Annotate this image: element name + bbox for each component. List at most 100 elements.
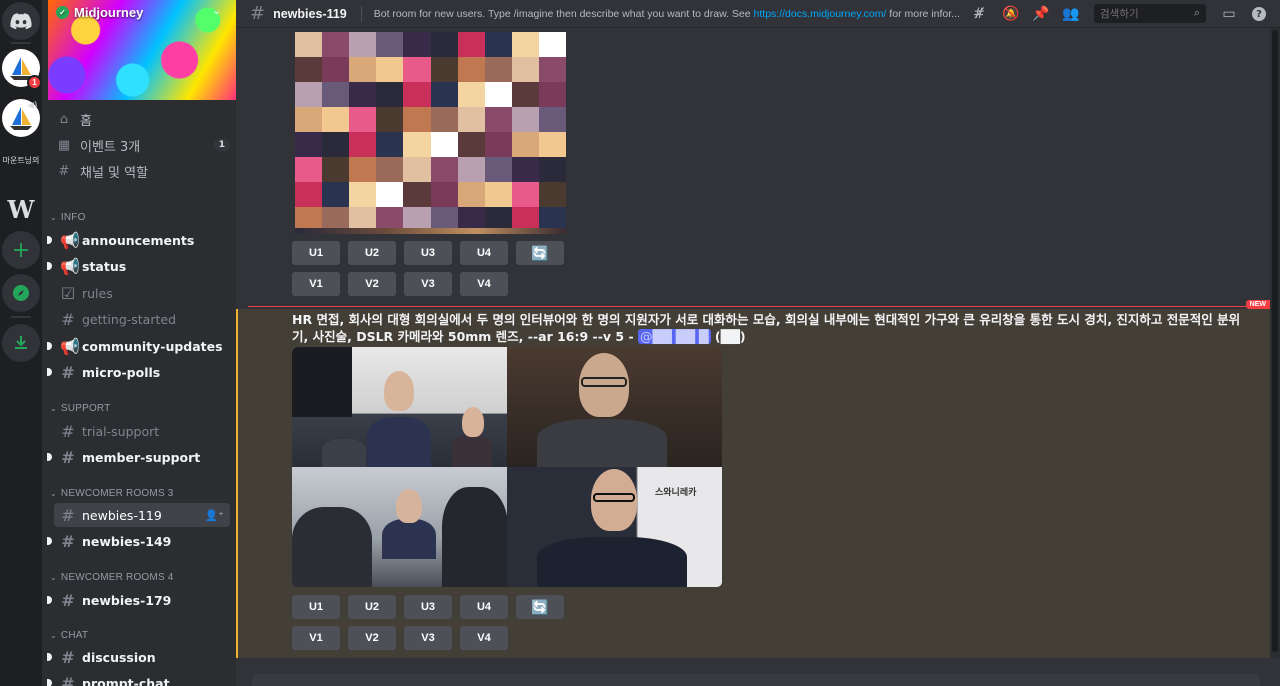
generated-image-grid[interactable]: 스와니레카 — [292, 347, 722, 587]
image-panel-2[interactable] — [507, 347, 722, 467]
mosaic-tile — [538, 182, 566, 207]
search-box[interactable]: ⌕ — [1094, 4, 1206, 23]
mosaic-tile — [457, 107, 485, 132]
channel-newbies-149[interactable]: # newbies-149 — [47, 529, 230, 553]
nav-home[interactable]: ⌂ 홈 — [56, 107, 230, 131]
image-panel-3[interactable] — [292, 467, 507, 587]
v2-button[interactable]: V2 — [348, 626, 396, 650]
explore-icon[interactable] — [2, 274, 40, 312]
channel-getting-started[interactable]: # getting-started — [54, 307, 230, 331]
search-icon: ⌕ — [1193, 6, 1200, 19]
channel-announcements[interactable]: 📢 announcements — [47, 228, 230, 252]
download-icon[interactable] — [2, 324, 40, 362]
mute-icon[interactable]: 🔕 — [1002, 5, 1020, 23]
mosaic-tile — [403, 107, 431, 132]
mosaic-tile — [295, 82, 323, 107]
hash-icon: # — [61, 421, 75, 441]
threads-hash-icon: # — [250, 3, 266, 24]
v2-button[interactable]: V2 — [348, 272, 396, 296]
topic-link[interactable]: https://docs.midjourney.com/ — [754, 8, 887, 20]
mosaic-tile — [349, 182, 377, 207]
u3-button[interactable]: U3 — [404, 595, 452, 619]
category-newcomer-4[interactable]: ⌄ NEWCOMER ROOMS 4 — [50, 572, 174, 583]
chevron-down-icon: ⌄ — [50, 489, 57, 498]
category-label: NEWCOMER ROOMS 3 — [60, 488, 174, 499]
category-newcomer-3[interactable]: ⌄ NEWCOMER ROOMS 3 — [50, 488, 174, 499]
channel-community-updates[interactable]: 📢 community-updates — [47, 334, 230, 358]
hash-icon: # — [61, 362, 75, 382]
mosaic-tile — [430, 182, 458, 207]
category-info[interactable]: ⌄ INFO — [50, 212, 86, 223]
u4-button[interactable]: U4 — [460, 241, 508, 265]
refresh-icon[interactable]: 🔄 — [516, 241, 564, 265]
v3-button[interactable]: V3 — [404, 626, 452, 650]
channel-prompt-chat[interactable]: # prompt-chat — [47, 671, 230, 686]
server-label-text[interactable]: 마운트닝의 — [0, 155, 42, 166]
variation-button-row: V1 V2 V3 V4 — [292, 272, 508, 296]
discord-logo-icon[interactable] — [2, 2, 40, 40]
mosaic-tile — [295, 157, 323, 182]
pixelated-image-attachment[interactable] — [295, 32, 566, 232]
u4-button[interactable]: U4 — [460, 595, 508, 619]
category-chat[interactable]: ⌄ CHAT — [50, 630, 88, 641]
mosaic-tile — [484, 132, 512, 157]
nav-channels-roles[interactable]: # 채널 및 역할 — [56, 159, 230, 183]
mosaic-tile — [403, 182, 431, 207]
threads-icon[interactable]: #̸ — [970, 5, 988, 23]
channel-label: discussion — [82, 649, 156, 665]
u2-button[interactable]: U2 — [348, 595, 396, 619]
mosaic-tile — [322, 107, 350, 132]
nav-events[interactable]: ▦ 이벤트 3개 1 — [56, 133, 230, 157]
refresh-icon[interactable]: 🔄 — [516, 595, 564, 619]
image-panel-4[interactable]: 스와니레카 — [507, 467, 722, 587]
channel-discussion[interactable]: # discussion — [47, 645, 230, 669]
channel-trial-support[interactable]: # trial-support — [54, 419, 230, 443]
channel-topic[interactable]: Bot room for new users. Type /imagine th… — [374, 8, 970, 20]
u1-button[interactable]: U1 — [292, 595, 340, 619]
mosaic-tile — [403, 157, 431, 182]
nav-channels-roles-label: 채널 및 역할 — [80, 165, 149, 181]
scrollbar-thumb[interactable] — [1272, 30, 1278, 652]
channel-newbies-179[interactable]: # newbies-179 — [47, 588, 230, 612]
search-input[interactable] — [1100, 7, 1186, 20]
server-header[interactable]: ✓ Midjourney — [56, 5, 143, 20]
channel-rules[interactable]: ☑ rules — [54, 281, 230, 305]
panel-dark-wall — [292, 347, 352, 417]
message-composer — [236, 658, 1280, 686]
mosaic-tile — [430, 107, 458, 132]
v4-button[interactable]: V4 — [460, 626, 508, 650]
add-member-icon[interactable]: 👤⁺ — [204, 509, 224, 522]
v1-button[interactable]: V1 — [292, 272, 340, 296]
hash-icon: # — [61, 673, 75, 686]
channel-label: prompt-chat — [82, 675, 170, 686]
pin-icon[interactable]: 📌 — [1032, 5, 1050, 23]
image-panel-1[interactable] — [292, 347, 507, 467]
chevron-down-icon[interactable]: ⌄ — [212, 4, 221, 17]
v3-button[interactable]: V3 — [404, 272, 452, 296]
members-icon[interactable]: 👥 — [1062, 5, 1080, 23]
image-bottom-strip — [295, 228, 566, 234]
channel-micro-polls[interactable]: # micro-polls — [47, 360, 230, 384]
u3-button[interactable]: U3 — [404, 241, 452, 265]
channel-status[interactable]: 📢 status — [47, 254, 230, 278]
rules-icon: ☑ — [60, 283, 76, 303]
sailboat-server-icon[interactable]: 1 — [2, 49, 42, 90]
upscale-button-row: U1 U2 U3 U4 🔄 — [292, 595, 564, 619]
category-support[interactable]: ⌄ SUPPORT — [50, 403, 110, 414]
message-input[interactable] — [252, 674, 1260, 686]
help-icon[interactable]: ? — [1250, 5, 1268, 23]
user-mention[interactable]: @██ ██ █ — [638, 329, 711, 344]
v1-button[interactable]: V1 — [292, 626, 340, 650]
mosaic-tile — [538, 82, 566, 107]
variation-button-row: V1 V2 V3 V4 — [292, 626, 508, 650]
unread-badge: 1 — [27, 75, 42, 90]
v4-button[interactable]: V4 — [460, 272, 508, 296]
u2-button[interactable]: U2 — [348, 241, 396, 265]
inbox-icon[interactable]: ▭ — [1220, 5, 1238, 23]
u1-button[interactable]: U1 — [292, 241, 340, 265]
channel-newbies-119[interactable]: # newbies-119 👤⁺ — [54, 503, 230, 527]
message-scrollbar[interactable] — [1270, 28, 1280, 658]
add-server-icon[interactable]: + — [2, 231, 40, 269]
webflow-server-icon[interactable]: W — [2, 190, 40, 228]
channel-member-support[interactable]: # member-support — [47, 445, 230, 469]
